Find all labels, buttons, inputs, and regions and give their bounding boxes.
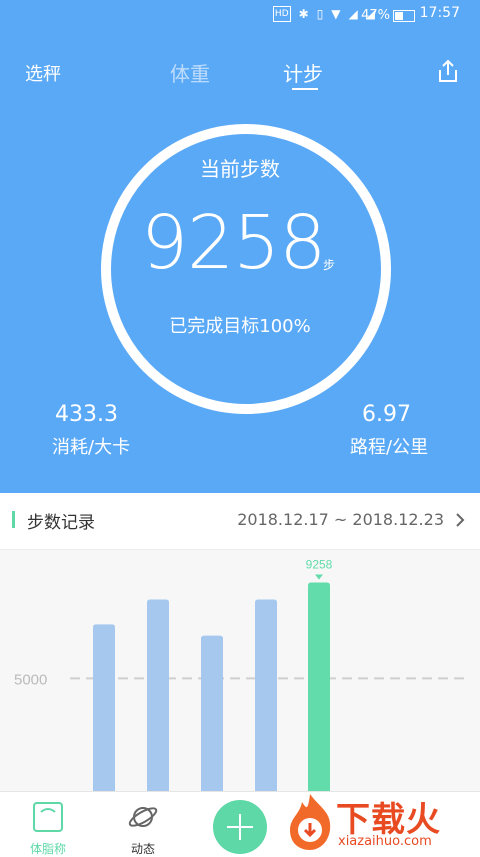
- status-bar: HD ✱ ▯ ▼ ◢ ◢ 47% 17:57: [0, 0, 480, 28]
- chart-bar[interactable]: [147, 599, 169, 791]
- chevron-right-icon[interactable]: [452, 511, 468, 529]
- battery-icon: [393, 9, 415, 22]
- bar-value-label: 9258: [306, 557, 333, 571]
- steps-count: 9258: [141, 200, 326, 286]
- step-record-header[interactable]: 步数记录 2018.12.17 ~ 2018.12.23: [0, 493, 480, 550]
- steps-unit: 步: [323, 258, 336, 272]
- step-record-title: 步数记录: [27, 513, 95, 533]
- bluetooth-icon: ✱: [298, 7, 309, 21]
- tab-weight[interactable]: 体重: [170, 58, 210, 87]
- select-scale-button[interactable]: 选秤: [25, 60, 61, 86]
- scale-icon: [33, 802, 63, 832]
- tab-label-activity: 动态: [130, 842, 155, 856]
- active-tab-indicator: [292, 88, 318, 90]
- section-accent-bar: [12, 511, 15, 528]
- status-icons: HD ✱ ▯ ▼ ◢ ◢: [272, 6, 375, 22]
- steps-header-panel: HD ✱ ▯ ▼ ◢ ◢ 47% 17:57 选秤 体重 计步 当前步数 925…: [0, 0, 480, 493]
- tab-body-fat-scale[interactable]: 体脂称: [18, 792, 78, 857]
- chart-bar[interactable]: [201, 635, 223, 791]
- date-range[interactable]: 2018.12.17 ~ 2018.12.23: [237, 510, 444, 529]
- status-time: 17:57: [419, 5, 460, 21]
- chart-bar[interactable]: [308, 582, 330, 791]
- current-steps-title: 当前步数: [200, 157, 280, 181]
- chart-bar[interactable]: [255, 599, 277, 791]
- vibrate-icon: ▯: [316, 7, 324, 21]
- chart-bar[interactable]: [93, 624, 115, 791]
- tab-steps[interactable]: 计步: [283, 58, 323, 87]
- watermark-logo-icon: [290, 794, 331, 850]
- watermark: 下载火 xiazaihuo.com: [280, 790, 480, 854]
- steps-chart-svg: 5000 9258: [14, 557, 468, 791]
- wifi-icon: ▼: [331, 7, 341, 21]
- hd-icon: HD: [272, 6, 291, 22]
- reference-line-label: 5000: [14, 671, 47, 688]
- calories-value: 433.3: [55, 402, 118, 427]
- signal-icon: ◢: [348, 7, 358, 21]
- distance-value: 6.97: [362, 402, 411, 427]
- battery-percent: 47%: [361, 8, 390, 23]
- share-icon[interactable]: [436, 58, 460, 84]
- highlight-marker-icon: [315, 574, 323, 580]
- distance-label: 路程/公里: [350, 437, 429, 458]
- steps-chart: 5000 9258: [0, 550, 480, 791]
- top-tabs: 选秤 体重 计步: [0, 58, 480, 98]
- calories-label: 消耗/大卡: [52, 437, 131, 458]
- planet-icon: [128, 807, 158, 827]
- tab-label-body-fat: 体脂称: [29, 842, 66, 856]
- battery-indicator: 47%: [361, 8, 415, 23]
- watermark-url: xiazaihuo.com: [338, 834, 432, 849]
- tab-activity[interactable]: 动态: [113, 792, 173, 857]
- add-button[interactable]: [213, 800, 267, 854]
- goal-progress-text: 已完成目标100%: [169, 316, 311, 337]
